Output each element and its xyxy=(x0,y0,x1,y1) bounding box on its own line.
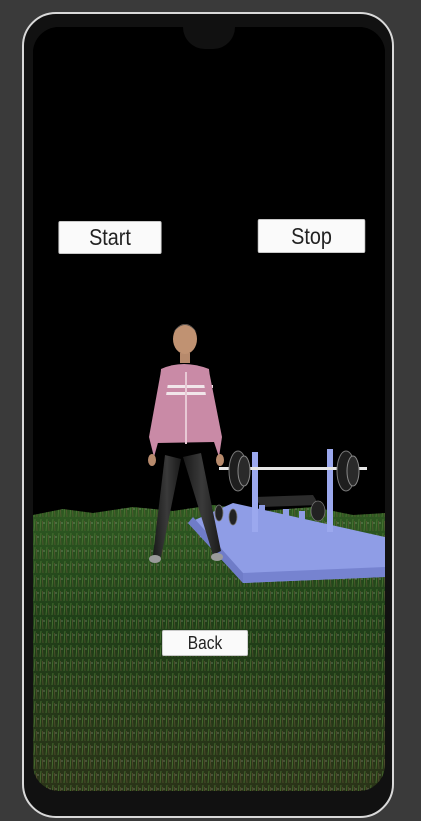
app-screen: Start Stop Back xyxy=(33,27,385,791)
3d-scene xyxy=(33,27,385,791)
start-button[interactable]: Start xyxy=(58,221,162,254)
stop-button[interactable]: Stop xyxy=(257,219,366,253)
back-button[interactable]: Back xyxy=(162,630,248,656)
